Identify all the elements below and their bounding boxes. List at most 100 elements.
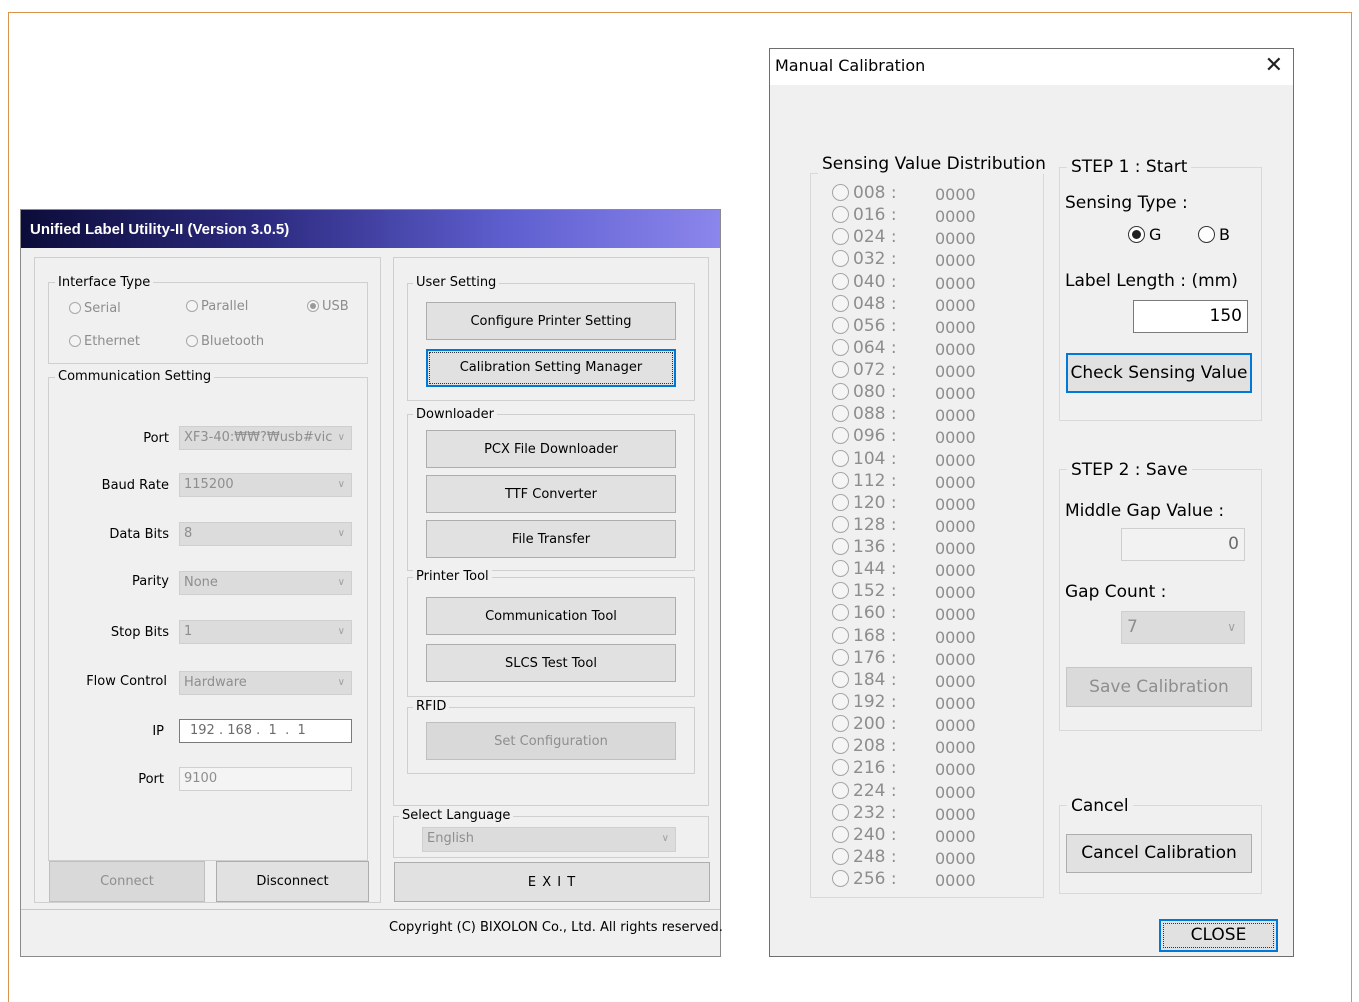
radio-button-icon[interactable]	[832, 184, 849, 201]
flow-control-select[interactable]: Hardware ∨	[179, 671, 352, 695]
data-bits-select[interactable]: 8 ∨	[179, 522, 352, 546]
radio-button-icon[interactable]	[832, 604, 849, 621]
language-select[interactable]: English ∨	[422, 827, 676, 852]
radio-bluetooth[interactable]: Bluetooth	[186, 334, 264, 350]
slcs-test-tool-button[interactable]: SLCS Test Tool	[426, 644, 676, 682]
radio-button-icon[interactable]	[832, 516, 849, 533]
ip-field[interactable]: 192 . 168 . 1 . 1	[179, 719, 352, 743]
radio-button-icon[interactable]	[832, 693, 849, 710]
radio-sensing-b[interactable]: B	[1198, 225, 1230, 245]
chevron-down-icon: ∨	[337, 677, 345, 688]
distribution-row-label: 096 :	[853, 426, 897, 446]
radio-button-icon[interactable]	[832, 560, 849, 577]
downloader-label: Downloader	[413, 407, 497, 423]
cancel-label: Cancel	[1067, 796, 1133, 816]
sensing-type-label: Sensing Type :	[1065, 193, 1188, 213]
ttf-converter-button[interactable]: TTF Converter	[426, 475, 676, 513]
communication-tool-button[interactable]: Communication Tool	[426, 597, 676, 635]
radio-button-icon[interactable]	[832, 759, 849, 776]
radio-button-icon[interactable]	[832, 649, 849, 666]
baud-rate-select[interactable]: 115200 ∨	[179, 473, 352, 497]
status-divider	[21, 909, 720, 910]
calibration-setting-manager-button[interactable]: Calibration Setting Manager	[426, 349, 676, 387]
distribution-row-value: 0000	[935, 738, 976, 757]
radio-ethernet[interactable]: Ethernet	[69, 334, 140, 350]
distribution-row-label: 144 :	[853, 559, 897, 579]
exit-button[interactable]: E X I T	[394, 862, 710, 902]
check-sensing-value-button[interactable]: Check Sensing Value	[1066, 353, 1252, 393]
radio-button-icon[interactable]	[832, 472, 849, 489]
radio-button-icon[interactable]	[832, 848, 849, 865]
file-transfer-button[interactable]: File Transfer	[426, 520, 676, 558]
pcx-file-downloader-button[interactable]: PCX File Downloader	[426, 430, 676, 468]
distribution-row-value: 0000	[935, 605, 976, 624]
radio-button-icon[interactable]	[832, 627, 849, 644]
label-length-label: Label Length : (mm)	[1065, 271, 1238, 291]
distribution-row-value: 0000	[935, 849, 976, 868]
radio-button-icon[interactable]	[832, 826, 849, 843]
radio-sensing-g[interactable]: G	[1128, 225, 1161, 245]
distribution-row-label: 008 :	[853, 183, 897, 203]
main-window: Unified Label Utility-II (Version 3.0.5)…	[20, 209, 723, 957]
distribution-row-label: 200 :	[853, 714, 897, 734]
radio-button-icon[interactable]	[832, 361, 849, 378]
close-icon[interactable]: ✕	[1265, 53, 1283, 79]
distribution-row-label: 080 :	[853, 382, 897, 402]
stop-bits-label: Stop Bits	[110, 625, 169, 640]
save-calibration-button[interactable]: Save Calibration	[1066, 667, 1252, 707]
radio-button-icon[interactable]	[832, 273, 849, 290]
distribution-row-label: 192 :	[853, 692, 897, 712]
radio-button-icon[interactable]	[832, 405, 849, 422]
radio-button-icon[interactable]	[832, 538, 849, 555]
communication-label: Communication Setting	[55, 369, 215, 385]
radio-button-icon[interactable]	[832, 804, 849, 821]
radio-button-icon[interactable]	[832, 228, 849, 245]
distribution-row-label: 168 :	[853, 626, 897, 646]
distribution-row-label: 128 :	[853, 515, 897, 535]
label-length-input[interactable]: 150	[1133, 300, 1248, 333]
parity-select[interactable]: None ∨	[179, 571, 352, 595]
radio-button-icon[interactable]	[832, 206, 849, 223]
set-configuration-button[interactable]: Set Configuration	[426, 722, 676, 760]
parity-label: Parity	[132, 574, 169, 589]
radio-button-icon[interactable]	[832, 582, 849, 599]
radio-button-icon[interactable]	[832, 870, 849, 887]
distribution-label: Sensing Value Distribution	[818, 154, 1050, 174]
radio-serial[interactable]: Serial	[69, 301, 121, 317]
stop-bits-select[interactable]: 1 ∨	[179, 620, 352, 644]
middle-gap-input[interactable]: 0	[1121, 528, 1245, 561]
radio-button-icon[interactable]	[832, 317, 849, 334]
middle-gap-label: Middle Gap Value :	[1065, 501, 1225, 521]
cancel-calibration-button[interactable]: Cancel Calibration	[1066, 834, 1252, 873]
radio-button-icon[interactable]	[832, 450, 849, 467]
radio-button-icon[interactable]	[832, 250, 849, 267]
distribution-row-label: 112 :	[853, 471, 897, 491]
radio-button-icon[interactable]	[832, 494, 849, 511]
radio-button-icon[interactable]	[832, 671, 849, 688]
distribution-row-value: 0000	[935, 340, 976, 359]
printer-tool-label: Printer Tool	[413, 569, 492, 585]
radio-button-icon[interactable]	[832, 339, 849, 356]
radio-button-icon[interactable]	[832, 383, 849, 400]
distribution-row-label: 120 :	[853, 493, 897, 513]
distribution-row-value: 0000	[935, 362, 976, 381]
distribution-row-label: 240 :	[853, 825, 897, 845]
close-button[interactable]: CLOSE	[1159, 919, 1278, 952]
radio-button-icon[interactable]	[832, 295, 849, 312]
radio-button-icon[interactable]	[832, 782, 849, 799]
gap-count-select[interactable]: 7 ∨	[1121, 611, 1245, 644]
radio-parallel[interactable]: Parallel	[186, 299, 248, 315]
radio-usb[interactable]: USB	[307, 299, 349, 315]
distribution-row-label: 152 :	[853, 581, 897, 601]
user-setting-label: User Setting	[413, 275, 500, 291]
disconnect-button[interactable]: Disconnect	[216, 861, 369, 902]
configure-printer-setting-button[interactable]: Configure Printer Setting	[426, 302, 676, 340]
connect-button[interactable]: Connect	[49, 861, 205, 902]
port-select[interactable]: XF3-40:₩₩?₩usb#vic ∨	[179, 426, 352, 450]
radio-button-icon[interactable]	[832, 715, 849, 732]
tcp-port-field[interactable]: 9100	[179, 767, 352, 791]
radio-button-icon[interactable]	[832, 737, 849, 754]
data-bits-label: Data Bits	[109, 527, 169, 542]
dialog-title: Manual Calibration ✕	[770, 49, 1293, 85]
radio-button-icon[interactable]	[832, 427, 849, 444]
